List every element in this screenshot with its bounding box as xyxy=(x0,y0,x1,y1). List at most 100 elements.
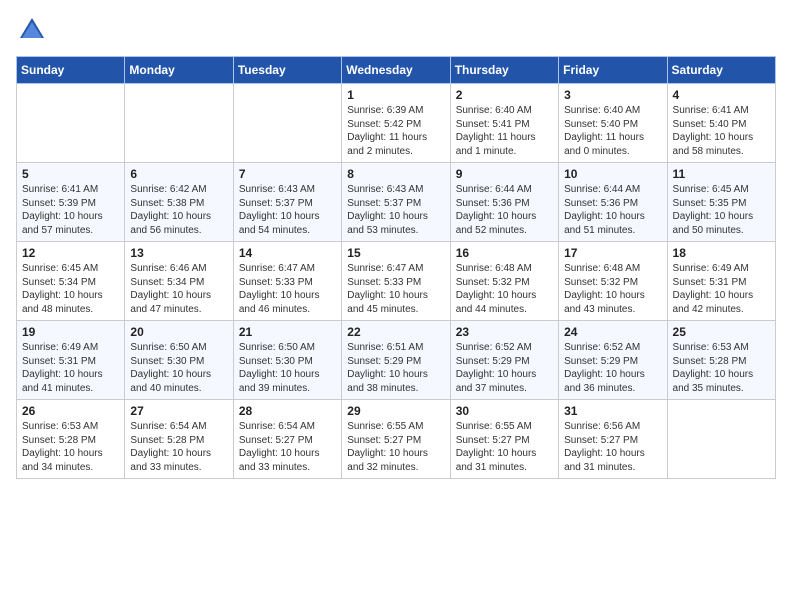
calendar-empty-cell xyxy=(233,84,341,163)
calendar-day-11: 11 Sunrise: 6:45 AM Sunset: 5:35 PM Dayli… xyxy=(667,163,775,242)
day-info: Sunrise: 6:44 AM Sunset: 5:36 PM Dayligh… xyxy=(456,183,553,237)
calendar-day-2: 2 Sunrise: 6:40 AM Sunset: 5:41 PM Daylig… xyxy=(450,84,558,163)
calendar-empty-cell xyxy=(17,84,125,163)
day-info: Sunrise: 6:47 AM Sunset: 5:33 PM Dayligh… xyxy=(347,262,444,316)
weekday-header-friday: Friday xyxy=(559,57,667,84)
calendar-day-18: 18 Sunrise: 6:49 AM Sunset: 5:31 PM Dayli… xyxy=(667,242,775,321)
weekday-header-wednesday: Wednesday xyxy=(342,57,450,84)
calendar-day-15: 15 Sunrise: 6:47 AM Sunset: 5:33 PM Dayli… xyxy=(342,242,450,321)
calendar-day-8: 8 Sunrise: 6:43 AM Sunset: 5:37 PM Daylig… xyxy=(342,163,450,242)
day-info: Sunrise: 6:41 AM Sunset: 5:40 PM Dayligh… xyxy=(673,104,770,158)
calendar-day-6: 6 Sunrise: 6:42 AM Sunset: 5:38 PM Daylig… xyxy=(125,163,233,242)
calendar-day-9: 9 Sunrise: 6:44 AM Sunset: 5:36 PM Daylig… xyxy=(450,163,558,242)
page-header xyxy=(16,16,776,44)
day-number: 24 xyxy=(564,325,661,339)
day-number: 6 xyxy=(130,167,227,181)
weekday-header-sunday: Sunday xyxy=(17,57,125,84)
day-number: 28 xyxy=(239,404,336,418)
calendar-day-7: 7 Sunrise: 6:43 AM Sunset: 5:37 PM Daylig… xyxy=(233,163,341,242)
day-info: Sunrise: 6:54 AM Sunset: 5:27 PM Dayligh… xyxy=(239,420,336,474)
calendar-day-3: 3Sunrise: 6:40 AM Sunset: 5:40 PM Daylig… xyxy=(559,84,667,163)
calendar-day-13: 13Sunrise: 6:46 AM Sunset: 5:34 PM Dayli… xyxy=(125,242,233,321)
day-info: Sunrise: 6:54 AM Sunset: 5:28 PM Dayligh… xyxy=(130,420,227,474)
day-info: Sunrise: 6:51 AM Sunset: 5:29 PM Dayligh… xyxy=(347,341,444,395)
weekday-header-row: SundayMondayTuesdayWednesdayThursdayFrid… xyxy=(17,57,776,84)
weekday-header-saturday: Saturday xyxy=(667,57,775,84)
day-info: Sunrise: 6:41 AM Sunset: 5:39 PM Dayligh… xyxy=(22,183,119,237)
day-number: 22 xyxy=(347,325,444,339)
day-number: 18 xyxy=(673,246,770,260)
day-info: Sunrise: 6:52 AM Sunset: 5:29 PM Dayligh… xyxy=(564,341,661,395)
day-info: Sunrise: 6:40 AM Sunset: 5:41 PM Dayligh… xyxy=(456,104,553,158)
day-info: Sunrise: 6:42 AM Sunset: 5:38 PM Dayligh… xyxy=(130,183,227,237)
logo-icon xyxy=(18,16,46,44)
calendar-week-row: 1 Sunrise: 6:39 AM Sunset: 5:42 PM Daylig… xyxy=(17,84,776,163)
calendar-day-14: 14Sunrise: 6:47 AM Sunset: 5:33 PM Dayli… xyxy=(233,242,341,321)
day-number: 2 xyxy=(456,88,553,102)
day-info: Sunrise: 6:55 AM Sunset: 5:27 PM Dayligh… xyxy=(347,420,444,474)
day-info: Sunrise: 6:56 AM Sunset: 5:27 PM Dayligh… xyxy=(564,420,661,474)
day-number: 25 xyxy=(673,325,770,339)
weekday-header-tuesday: Tuesday xyxy=(233,57,341,84)
day-info: Sunrise: 6:52 AM Sunset: 5:29 PM Dayligh… xyxy=(456,341,553,395)
calendar-day-20: 20Sunrise: 6:50 AM Sunset: 5:30 PM Dayli… xyxy=(125,321,233,400)
day-number: 11 xyxy=(673,167,770,181)
day-number: 17 xyxy=(564,246,661,260)
calendar-empty-cell xyxy=(125,84,233,163)
calendar-day-25: 25 Sunrise: 6:53 AM Sunset: 5:28 PM Dayli… xyxy=(667,321,775,400)
day-number: 19 xyxy=(22,325,119,339)
day-info: Sunrise: 6:53 AM Sunset: 5:28 PM Dayligh… xyxy=(22,420,119,474)
calendar-day-21: 21 Sunrise: 6:50 AM Sunset: 5:30 PM Dayli… xyxy=(233,321,341,400)
day-number: 4 xyxy=(673,88,770,102)
day-info: Sunrise: 6:55 AM Sunset: 5:27 PM Dayligh… xyxy=(456,420,553,474)
calendar-week-row: 12 Sunrise: 6:45 AM Sunset: 5:34 PM Dayli… xyxy=(17,242,776,321)
calendar-day-24: 24 Sunrise: 6:52 AM Sunset: 5:29 PM Dayli… xyxy=(559,321,667,400)
calendar-week-row: 19 Sunrise: 6:49 AM Sunset: 5:31 PM Dayli… xyxy=(17,321,776,400)
day-info: Sunrise: 6:45 AM Sunset: 5:35 PM Dayligh… xyxy=(673,183,770,237)
calendar-day-27: 27 Sunrise: 6:54 AM Sunset: 5:28 PM Dayli… xyxy=(125,400,233,479)
weekday-header-thursday: Thursday xyxy=(450,57,558,84)
day-number: 21 xyxy=(239,325,336,339)
calendar-day-19: 19 Sunrise: 6:49 AM Sunset: 5:31 PM Dayli… xyxy=(17,321,125,400)
day-info: Sunrise: 6:47 AM Sunset: 5:33 PM Dayligh… xyxy=(239,262,336,316)
day-info: Sunrise: 6:48 AM Sunset: 5:32 PM Dayligh… xyxy=(456,262,553,316)
day-number: 8 xyxy=(347,167,444,181)
calendar-day-26: 26Sunrise: 6:53 AM Sunset: 5:28 PM Dayli… xyxy=(17,400,125,479)
day-number: 20 xyxy=(130,325,227,339)
logo xyxy=(16,16,46,44)
day-info: Sunrise: 6:50 AM Sunset: 5:30 PM Dayligh… xyxy=(239,341,336,395)
calendar-day-28: 28 Sunrise: 6:54 AM Sunset: 5:27 PM Dayli… xyxy=(233,400,341,479)
calendar-day-12: 12 Sunrise: 6:45 AM Sunset: 5:34 PM Dayli… xyxy=(17,242,125,321)
day-number: 12 xyxy=(22,246,119,260)
day-info: Sunrise: 6:43 AM Sunset: 5:37 PM Dayligh… xyxy=(347,183,444,237)
calendar-empty-cell xyxy=(667,400,775,479)
day-number: 5 xyxy=(22,167,119,181)
day-number: 27 xyxy=(130,404,227,418)
day-number: 3 xyxy=(564,88,661,102)
day-number: 10 xyxy=(564,167,661,181)
calendar-table: SundayMondayTuesdayWednesdayThursdayFrid… xyxy=(16,56,776,479)
day-info: Sunrise: 6:48 AM Sunset: 5:32 PM Dayligh… xyxy=(564,262,661,316)
day-info: Sunrise: 6:45 AM Sunset: 5:34 PM Dayligh… xyxy=(22,262,119,316)
day-info: Sunrise: 6:43 AM Sunset: 5:37 PM Dayligh… xyxy=(239,183,336,237)
calendar-day-23: 23Sunrise: 6:52 AM Sunset: 5:29 PM Dayli… xyxy=(450,321,558,400)
day-number: 7 xyxy=(239,167,336,181)
day-number: 15 xyxy=(347,246,444,260)
day-info: Sunrise: 6:53 AM Sunset: 5:28 PM Dayligh… xyxy=(673,341,770,395)
calendar-day-4: 4 Sunrise: 6:41 AM Sunset: 5:40 PM Daylig… xyxy=(667,84,775,163)
calendar-day-22: 22 Sunrise: 6:51 AM Sunset: 5:29 PM Dayli… xyxy=(342,321,450,400)
day-info: Sunrise: 6:49 AM Sunset: 5:31 PM Dayligh… xyxy=(673,262,770,316)
day-info: Sunrise: 6:49 AM Sunset: 5:31 PM Dayligh… xyxy=(22,341,119,395)
day-info: Sunrise: 6:46 AM Sunset: 5:34 PM Dayligh… xyxy=(130,262,227,316)
calendar-day-29: 29 Sunrise: 6:55 AM Sunset: 5:27 PM Dayli… xyxy=(342,400,450,479)
day-info: Sunrise: 6:44 AM Sunset: 5:36 PM Dayligh… xyxy=(564,183,661,237)
calendar-day-1: 1 Sunrise: 6:39 AM Sunset: 5:42 PM Daylig… xyxy=(342,84,450,163)
day-number: 9 xyxy=(456,167,553,181)
day-number: 1 xyxy=(347,88,444,102)
weekday-header-monday: Monday xyxy=(125,57,233,84)
day-info: Sunrise: 6:39 AM Sunset: 5:42 PM Dayligh… xyxy=(347,104,444,158)
day-number: 30 xyxy=(456,404,553,418)
calendar-day-17: 17 Sunrise: 6:48 AM Sunset: 5:32 PM Dayli… xyxy=(559,242,667,321)
day-number: 29 xyxy=(347,404,444,418)
calendar-week-row: 26Sunrise: 6:53 AM Sunset: 5:28 PM Dayli… xyxy=(17,400,776,479)
